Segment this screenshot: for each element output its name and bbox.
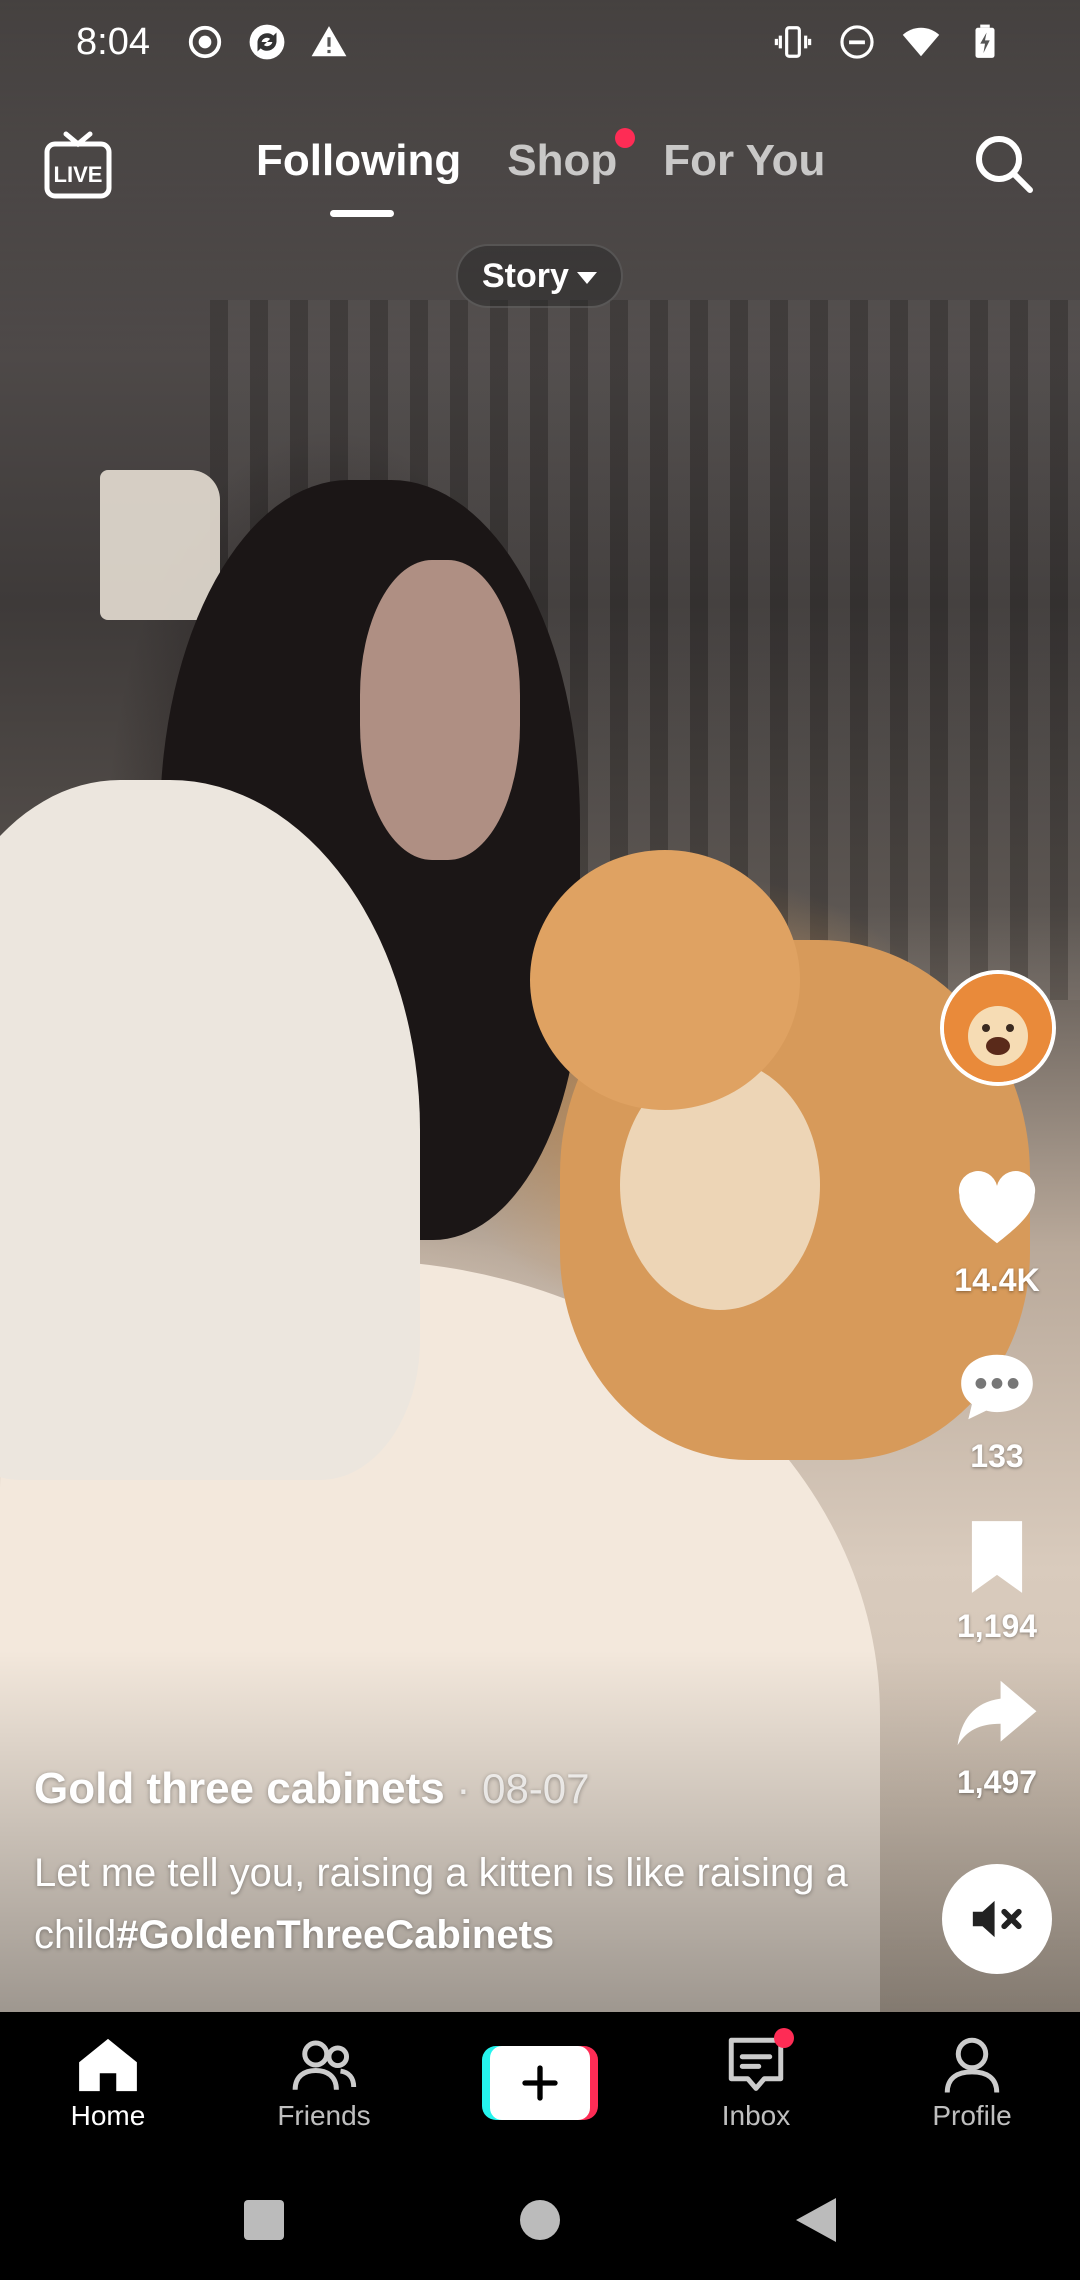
like-action[interactable]: 14.4K [930, 1168, 1064, 1299]
recents-button-icon[interactable] [234, 2190, 294, 2250]
post-caption: Gold three cabinets · 08-07 Let me tell … [34, 1764, 914, 1966]
tab-inbox[interactable]: Inbox [648, 2012, 864, 2162]
save-count: 1,194 [956, 1608, 1038, 1644]
story-dropdown[interactable]: Story [456, 244, 623, 308]
live-icon[interactable]: LIVE [44, 130, 112, 200]
mute-button[interactable] [942, 1864, 1052, 1974]
tab-create[interactable] [432, 2012, 648, 2162]
notification-dot [774, 2028, 794, 2048]
tab-inbox-label: Inbox [721, 2100, 791, 2131]
create-button-face [490, 2046, 590, 2120]
battery-charging-icon [975, 24, 995, 58]
status-bar: 8:04 [0, 0, 1080, 84]
tab-friends-label: Friends [277, 2100, 371, 2131]
comment-icon [961, 1354, 1033, 1420]
warning-icon [311, 26, 347, 57]
tab-for-you[interactable]: For You [663, 136, 825, 186]
share-action[interactable]: 1,497 [930, 1670, 1064, 1801]
tab-profile-label: Profile [932, 2100, 1012, 2131]
tab-home-label: Home [70, 2100, 146, 2131]
search-icon[interactable] [972, 132, 1036, 196]
live-label: LIVE [54, 162, 103, 187]
author-line: Gold three cabinets · 08-07 [34, 1764, 914, 1814]
post-description[interactable]: Let me tell you, raising a kitten is lik… [34, 1842, 914, 1966]
system-navigation-bar [0, 2162, 1080, 2280]
tab-following[interactable]: Following [256, 136, 462, 217]
save-action[interactable]: 1,194 [930, 1514, 1064, 1645]
muted-speaker-icon [972, 1900, 1022, 1938]
status-icons-right [774, 23, 1004, 61]
tab-shop-label: Shop [507, 136, 618, 185]
tab-following-label: Following [256, 136, 462, 185]
avatar-image [944, 974, 1052, 1082]
hashtag-link[interactable]: #GoldenThreeCabinets [116, 1913, 554, 1957]
app-sync-icon [249, 24, 285, 60]
creator-avatar[interactable] [940, 970, 1056, 1086]
vibrate-icon [774, 26, 812, 58]
tab-profile[interactable]: Profile [864, 2012, 1080, 2162]
post-date: · 08-07 [444, 1765, 590, 1812]
notification-dot [615, 128, 636, 148]
wifi-icon [902, 27, 940, 57]
top-nav: LIVE Following Shop For You [0, 120, 1080, 230]
home-button-icon[interactable] [510, 2190, 570, 2250]
chevron-down-icon [576, 272, 597, 284]
feed-tabs: Following Shop For You [256, 128, 825, 217]
home-icon [79, 2038, 137, 2092]
comment-action[interactable]: 133 [930, 1344, 1064, 1475]
tab-for-you-label: For You [663, 136, 826, 185]
friends-icon [292, 2040, 357, 2090]
do-not-disturb-icon [840, 25, 874, 59]
record-icon [188, 25, 222, 59]
share-icon [957, 1680, 1037, 1746]
tab-friends[interactable]: Friends [216, 2012, 432, 2162]
back-button-icon[interactable] [786, 2190, 846, 2250]
bottom-tab-bar: Home Friends Inbox Profile [0, 2012, 1080, 2162]
video-frame-lamp [100, 470, 220, 620]
create-button[interactable] [482, 2046, 598, 2120]
like-count: 14.4K [954, 1262, 1040, 1298]
profile-icon [944, 2037, 1000, 2093]
bookmark-icon [971, 1521, 1023, 1593]
tab-shop[interactable]: Shop [507, 128, 636, 186]
status-icons-left [186, 23, 348, 61]
author-name[interactable]: Gold three cabinets [34, 1764, 445, 1813]
plus-icon [522, 2065, 558, 2101]
status-time: 8:04 [76, 20, 150, 63]
tab-home[interactable]: Home [0, 2012, 216, 2162]
video-frame-face [360, 560, 520, 860]
story-label: Story [482, 256, 569, 295]
active-tab-indicator [330, 210, 394, 217]
heart-icon [958, 1171, 1036, 1244]
comment-count: 133 [970, 1438, 1024, 1474]
share-count: 1,497 [956, 1764, 1038, 1800]
video-frame-cat-head [530, 850, 800, 1110]
